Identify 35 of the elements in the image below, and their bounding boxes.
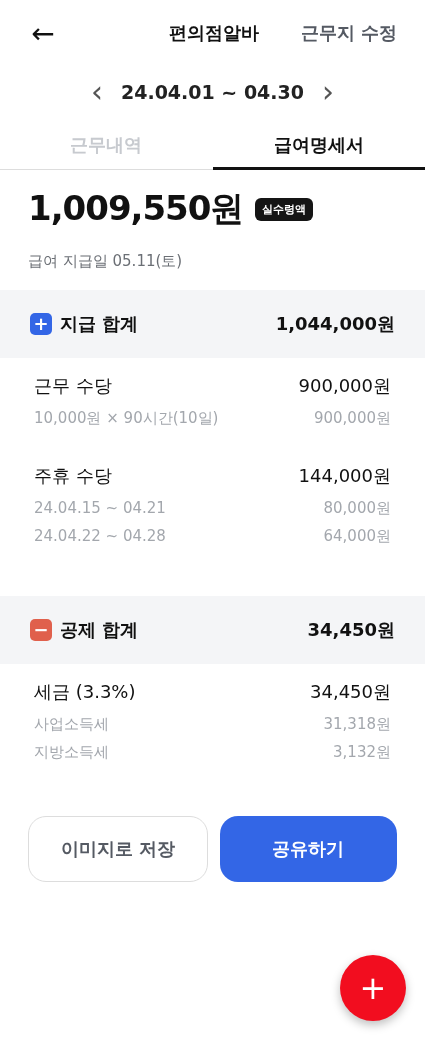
save-image-button[interactable]: 이미지로 저장 [28, 816, 208, 882]
payday-text: 급여 지급일 05.11(토) [28, 252, 184, 271]
next-button[interactable]: › [322, 77, 334, 107]
detail-label: 10,000원 × 90시간(10일) [34, 408, 219, 429]
item-amount: 900,000원 [298, 374, 391, 398]
detail-amount: 80,000원 [323, 498, 391, 519]
item-amount: 34,450원 [310, 680, 391, 704]
detail-amount: 900,000원 [313, 408, 391, 429]
detail-label: 지방소득세 [34, 742, 109, 763]
edit-workplace-button[interactable]: 근무지 수정 [300, 21, 397, 45]
net-pay-badge: 실수령액 [255, 197, 314, 221]
period-label: 24.04.01 ~ 04.30 [121, 81, 304, 103]
detail-label: 사업소득세 [34, 714, 109, 735]
screen-title: 편의점알바 [168, 21, 261, 45]
section-total: 34,450원 [307, 618, 395, 642]
section-title: 지급 합계 [60, 312, 139, 336]
item-title: 근무 수당 [34, 374, 112, 398]
detail-amount: 3,132원 [333, 742, 391, 763]
item-title: 세금 (3.3%) [34, 680, 136, 704]
detail-label: 24.04.22 ~ 04.28 [34, 526, 166, 547]
tab[interactable]: 급여명세서 [212, 122, 425, 170]
minus-icon: − [30, 619, 52, 641]
plus-icon: + [30, 313, 52, 335]
share-button[interactable]: 공유하기 [219, 816, 397, 882]
section-total: 1,044,000원 [275, 312, 395, 336]
detail-amount: 31,318원 [323, 714, 391, 735]
previous-button[interactable]: ‹ [91, 77, 103, 107]
detail-amount: 64,000원 [323, 526, 391, 547]
section-title: 공제 합계 [60, 618, 139, 642]
item-amount: 144,000원 [298, 464, 391, 488]
add-button[interactable]: + [340, 955, 406, 1021]
back-button[interactable]: ← [28, 16, 58, 50]
detail-label: 24.04.15 ~ 04.21 [34, 498, 166, 519]
net-pay-amount: 1,009,550원 [28, 187, 244, 230]
item-title: 주휴 수당 [34, 464, 112, 488]
